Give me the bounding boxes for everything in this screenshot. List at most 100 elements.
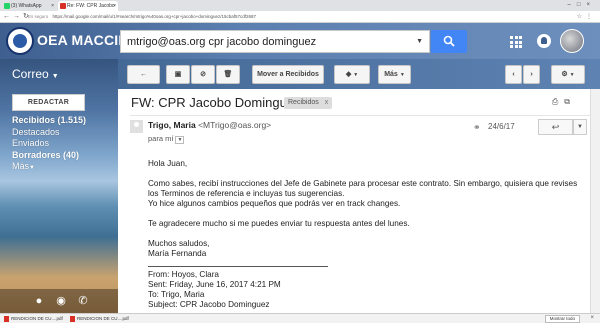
logo[interactable]: OEA MACCIH [6, 27, 129, 55]
tab-gmail[interactable]: Re: FW: CPR Jacobo Domi × [58, 1, 118, 19]
newer-button[interactable]: ‹ [505, 65, 522, 84]
sidebar-item-more[interactable]: Más▼ [12, 161, 86, 175]
reply-button[interactable]: ↩ [538, 119, 573, 135]
sidebar-item-inbox[interactable]: Recibidos (1.515) [12, 115, 86, 127]
hangouts-icon[interactable]: ◉ [54, 294, 68, 308]
sidebar-footer: ● ◉ ✆ [0, 289, 118, 313]
search-button[interactable] [431, 30, 467, 53]
mail-switcher[interactable]: Correo ▼ [12, 67, 59, 81]
recipient-text: para mí [148, 134, 174, 143]
chevron-down-icon: ▼ [569, 72, 575, 78]
archive-icon: ▣ [174, 71, 182, 78]
contacts-icon[interactable]: ● [32, 294, 46, 308]
sender-line: Trigo, Maria <MTrigo@oas.org> [148, 120, 271, 130]
more-actions-button[interactable]: Más ▼ [378, 65, 411, 84]
sidebar-item-drafts[interactable]: Borradores (40) [12, 150, 86, 162]
search-value: mtrigo@oas.org cpr jacobo dominguez [127, 36, 317, 48]
label-tag-icon: ◆ [345, 71, 352, 78]
download-label: RENDICION DE CU....pdf [11, 316, 63, 321]
sender-email: <MTrigo@oas.org> [198, 120, 272, 130]
close-shelf-icon[interactable]: × [590, 314, 594, 323]
message-date: 24/6/17 [488, 122, 515, 131]
chevron-left-icon: ‹ [512, 71, 515, 78]
sidebar-nav: Recibidos (1.515) Destacados Enviados Bo… [12, 115, 86, 175]
browser-tab-bar: (3) WhatsApp × Re: FW: CPR Jacobo Domi ×… [0, 0, 600, 19]
message-subject: FW: CPR Jacobo Dominguez [131, 95, 301, 110]
gear-icon: ⚙ [561, 71, 568, 78]
search-input[interactable]: mtrigo@oas.org cpr jacobo dominguez ▼ [120, 30, 430, 53]
body-line [148, 169, 588, 179]
message-body: Hola Juan, Como sabes, recibí instruccio… [148, 159, 588, 259]
print-expand-icons[interactable]: ⎙⧉ [552, 97, 576, 107]
body-line [148, 229, 588, 239]
notifications-icon[interactable] [537, 34, 551, 48]
url-field[interactable]: Es seguro https://mail.google.com/mail/u… [28, 13, 568, 21]
older-button[interactable]: › [523, 65, 540, 84]
mail-label: Correo [12, 67, 49, 81]
show-all-downloads-button[interactable]: Mostrar todo [544, 315, 580, 323]
window-controls[interactable]: –□× [568, 0, 596, 10]
body-line: Como sabes, recibí instrucciones del Jef… [148, 179, 578, 188]
back-arrow-icon: ← [140, 71, 147, 78]
close-tab-icon[interactable]: × [113, 1, 116, 11]
chevron-down-icon: ▼ [577, 124, 583, 130]
body-line: María Fernanda [148, 249, 207, 258]
sender-name[interactable]: Trigo, Maria [148, 120, 196, 130]
download-item[interactable]: RENDICION DE CU....pdf [4, 315, 63, 323]
divider [130, 115, 592, 116]
forward-separator [148, 266, 328, 267]
recipient-line: para mí ▼ [148, 134, 185, 144]
labels-button[interactable]: ◆ ▼ [334, 65, 370, 84]
message-scrollbar[interactable] [590, 89, 600, 313]
close-tab-icon[interactable]: × [51, 1, 54, 11]
inbox-label-chip[interactable]: Recibidos x [284, 97, 333, 109]
search-icon [443, 35, 455, 47]
account-avatar[interactable] [560, 29, 584, 53]
whatsapp-icon [4, 3, 10, 9]
address-bar-icons[interactable]: ☆⋮ [577, 11, 596, 23]
sidebar: Correo ▼ REDACTAR Recibidos (1.515) Desta… [0, 59, 118, 313]
remove-label-icon[interactable]: x [325, 99, 329, 106]
phone-icon[interactable]: ✆ [76, 294, 90, 308]
delete-button[interactable]: 🗑 [216, 65, 240, 84]
tab-whatsapp[interactable]: (3) WhatsApp × [2, 1, 56, 11]
logo-text: OEA MACCIH [37, 32, 129, 48]
chevron-down-icon: ▼ [353, 72, 359, 78]
apps-grid-icon[interactable] [510, 36, 522, 48]
chevron-down-icon: ▼ [399, 72, 405, 78]
address-bar: ←→↻ Es seguro https://mail.google.com/ma… [0, 11, 600, 23]
chevron-down-icon: ▼ [51, 73, 59, 80]
message-more-button[interactable]: ▼ [573, 119, 587, 135]
archive-button[interactable]: ▣ [166, 65, 190, 84]
search-options-icon[interactable]: ▼ [416, 31, 423, 53]
body-line: los Terminos de referencia e incluyas tu… [148, 189, 345, 198]
new-window-icon[interactable]: ⧉ [564, 97, 576, 106]
sidebar-item-sent[interactable]: Enviados [12, 138, 86, 150]
settings-button[interactable]: ⚙ ▼ [551, 65, 585, 84]
forward-from: From: Hoyos, Clara [148, 270, 219, 279]
show-details-icon[interactable]: ▼ [175, 136, 185, 144]
chevron-right-icon: › [530, 71, 533, 78]
report-spam-button[interactable]: ⊘ [191, 65, 215, 84]
compose-button[interactable]: REDACTAR [12, 94, 85, 111]
back-button[interactable]: ← [127, 65, 160, 84]
chevron-down-icon: ▼ [29, 165, 35, 171]
print-icon[interactable]: ⎙ [552, 97, 564, 106]
trash-icon: 🗑 [223, 71, 233, 78]
body-line [148, 209, 588, 219]
gmail-icon [60, 3, 66, 9]
download-item[interactable]: RENDICION DE CU....pdf [70, 315, 129, 323]
move-to-inbox-button[interactable]: Mover a Recibidos [252, 65, 324, 84]
forwarded-header: From: Hoyos, Clara Sent: Friday, June 16… [148, 270, 588, 310]
sidebar-item-starred[interactable]: Destacados [12, 127, 86, 139]
message-view: FW: CPR Jacobo Dominguez Recibidos x ⎙⧉ T… [118, 89, 592, 313]
forward-to: To: Trigo, Maria [148, 290, 205, 299]
more-label: Más [384, 71, 398, 78]
forward-sent: Sent: Friday, June 16, 2017 4:21 PM [148, 280, 281, 289]
tab-label: (3) WhatsApp [11, 3, 42, 9]
forward-subject: Subject: CPR Jacobo Dominguez [148, 300, 270, 309]
body-line: Te agradecere mucho si me puedes enviar … [148, 219, 410, 228]
pdf-icon [4, 316, 9, 322]
pdf-icon [70, 316, 75, 322]
body-line: Hola Juan, [148, 159, 188, 168]
